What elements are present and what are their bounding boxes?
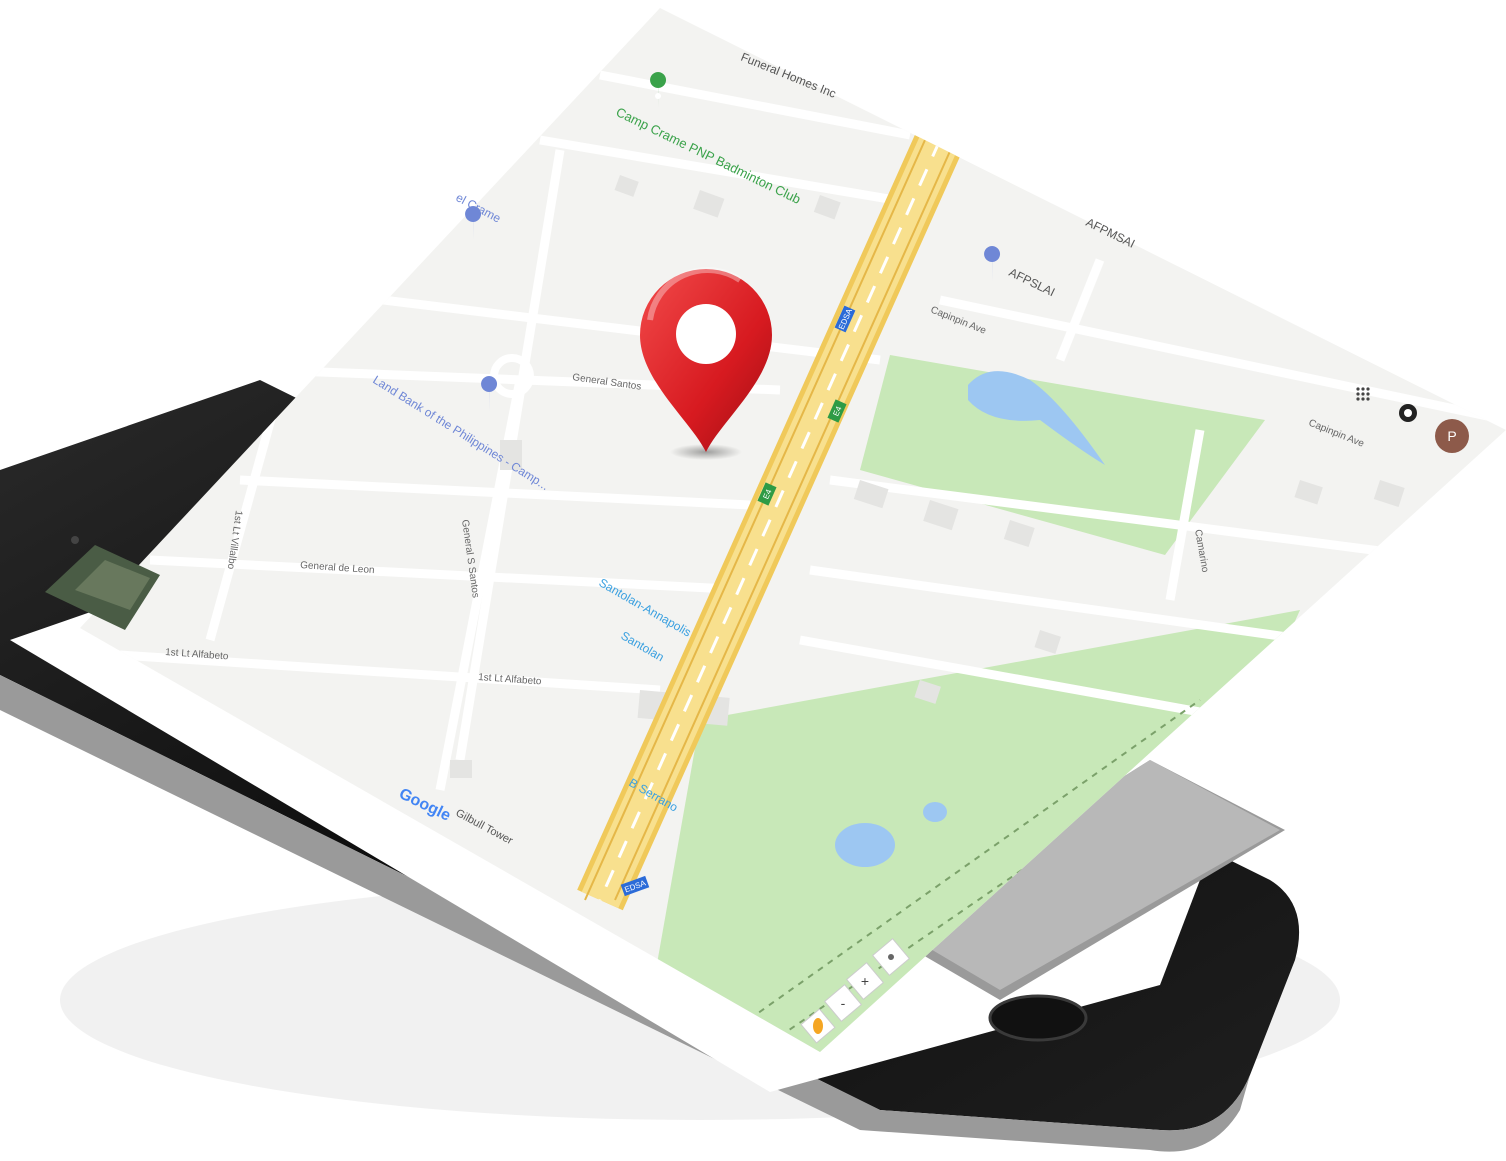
pegman-icon [813, 1018, 823, 1034]
apps-grid-icon[interactable] [1356, 387, 1370, 401]
avatar-letter: P [1447, 428, 1456, 444]
map-illustration: EDSA E4 E4 EDSA Funeral Homes Inc Camp C… [0, 8, 1506, 1152]
camera-dot [71, 536, 79, 544]
pond-small [923, 802, 947, 822]
zoom-out-label: - [841, 995, 846, 1011]
zoom-in-label: + [861, 973, 869, 989]
home-button[interactable] [988, 994, 1088, 1042]
pin-hole [676, 304, 736, 364]
pond-south [835, 823, 895, 867]
